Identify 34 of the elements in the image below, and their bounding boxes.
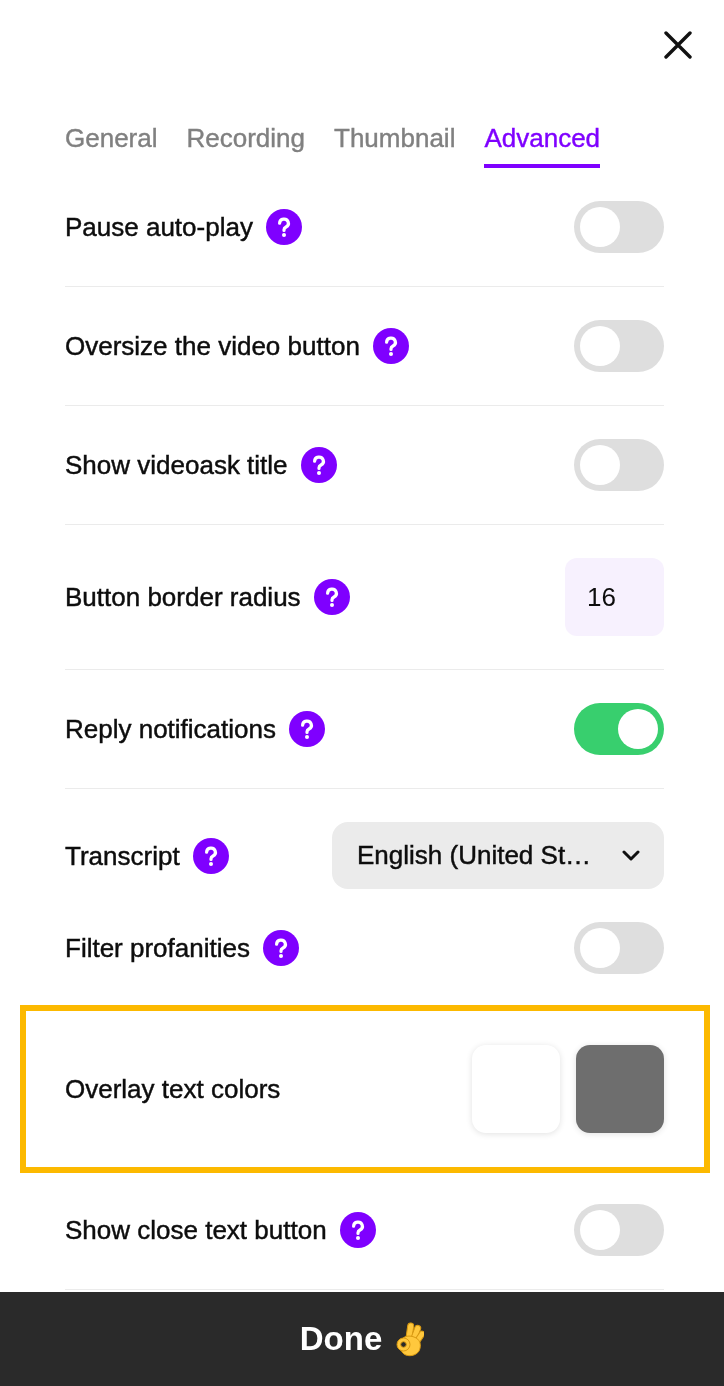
tab[interactable]: General <box>65 123 158 168</box>
setting-label: Show close text button <box>65 1215 327 1245</box>
setting-label: Overlay text colors <box>65 1074 281 1104</box>
toggle-switch[interactable] <box>574 320 664 372</box>
setting-label: Button border radius <box>65 582 301 612</box>
help-icon[interactable] <box>262 930 299 966</box>
help-icon[interactable] <box>313 579 350 615</box>
toggle-switch[interactable] <box>574 439 664 491</box>
setting-label: Show videoask title <box>65 450 288 480</box>
ok-hand-icon <box>394 1320 425 1358</box>
help-icon[interactable] <box>192 837 229 874</box>
help-icon[interactable] <box>265 209 302 245</box>
toggle-switch[interactable] <box>574 703 664 755</box>
help-icon[interactable] <box>372 328 409 364</box>
tab[interactable]: Recording <box>186 123 305 168</box>
help-icon[interactable] <box>289 711 325 747</box>
setting-label: Filter profanities <box>65 933 250 963</box>
setting-label: Transcript <box>65 840 180 871</box>
help-icon[interactable] <box>300 447 337 483</box>
setting-label: Pause auto-play <box>65 212 253 242</box>
close-button[interactable] <box>664 31 692 59</box>
toggle-switch[interactable] <box>574 201 664 253</box>
toggle-switch[interactable] <box>574 1204 664 1256</box>
toggle-switch[interactable] <box>574 922 664 974</box>
chevron-down-icon <box>622 850 640 861</box>
done-button[interactable]: Done <box>0 1292 724 1386</box>
color-swatch[interactable] <box>576 1045 664 1133</box>
tab[interactable]: Thumbnail <box>334 123 456 168</box>
tab[interactable]: Advanced <box>484 123 601 168</box>
number-field[interactable]: 16 <box>565 558 664 636</box>
help-icon[interactable] <box>339 1212 376 1248</box>
setting-label: Reply notifications <box>65 714 276 744</box>
language-dropdown[interactable]: English (United St… <box>332 822 664 889</box>
setting-label: Oversize the video button <box>65 331 360 361</box>
